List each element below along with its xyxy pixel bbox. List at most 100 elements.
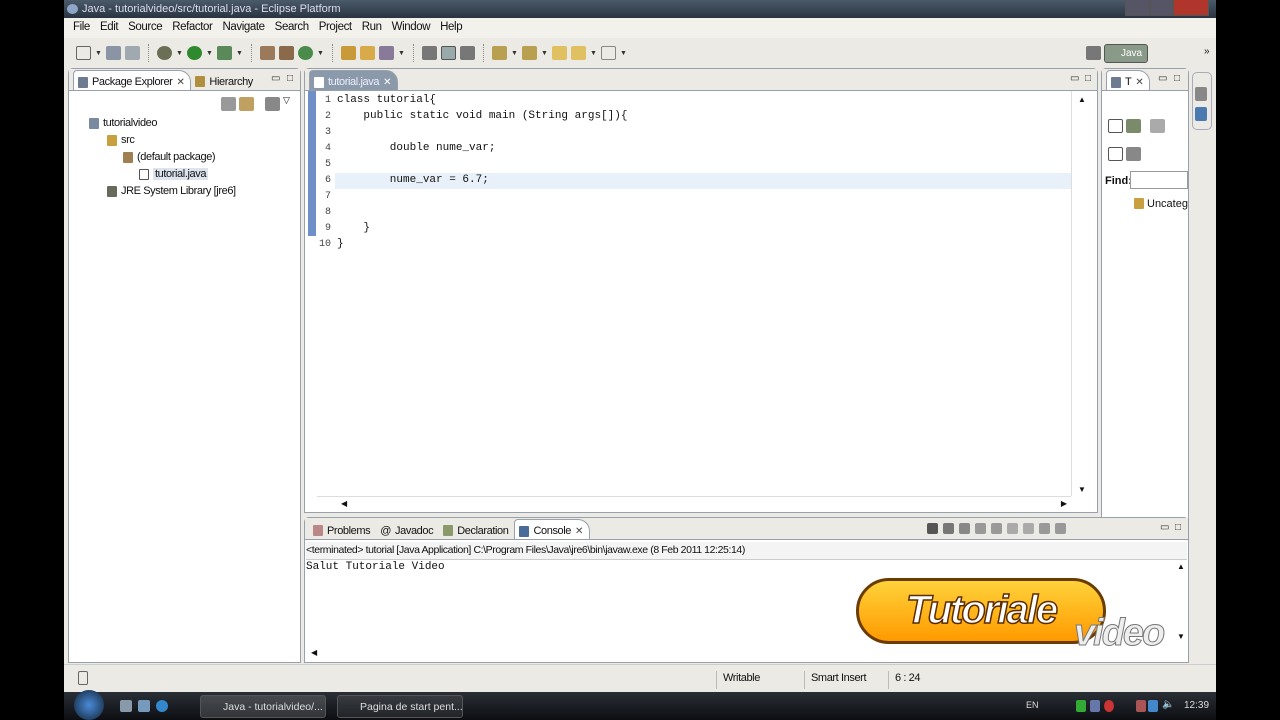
close-icon[interactable]: ✕: [575, 526, 583, 537]
tab-problems[interactable]: Problems: [309, 519, 376, 539]
ie-icon[interactable]: [156, 700, 168, 712]
code-line[interactable]: class tutorial{: [337, 94, 436, 106]
maximize-button[interactable]: [1150, 0, 1173, 16]
new-package-icon[interactable]: [279, 46, 294, 60]
menu-navigate[interactable]: Navigate: [217, 21, 269, 38]
close-icon[interactable]: ✕: [176, 77, 184, 88]
view-menu-icon[interactable]: [1055, 523, 1066, 534]
remove-all-icon[interactable]: [959, 523, 970, 534]
volume-icon[interactable]: 🔈: [1162, 699, 1174, 710]
scroll-down-icon[interactable]: ▼: [1177, 632, 1185, 641]
tab-task-list[interactable]: T ✕: [1106, 70, 1151, 90]
block-selection-icon[interactable]: [460, 46, 475, 60]
antivirus-icon[interactable]: [1104, 700, 1114, 712]
tab-console[interactable]: Console ✕: [514, 519, 591, 539]
minimize-icon[interactable]: ▭: [1158, 73, 1167, 84]
java-perspective-button[interactable]: Java: [1104, 44, 1148, 63]
menu-edit[interactable]: Edit: [95, 21, 123, 38]
tab-package-explorer[interactable]: Package Explorer ✕: [73, 70, 192, 90]
uncategorized-item[interactable]: Uncateg: [1134, 198, 1188, 210]
code-line[interactable]: double nume_var;: [337, 142, 496, 154]
open-perspective-icon[interactable]: [1086, 46, 1101, 60]
close-button[interactable]: [1173, 0, 1209, 16]
new-java-project-icon[interactable]: [260, 46, 275, 60]
clear-console-icon[interactable]: [975, 523, 986, 534]
minimize-icon[interactable]: ▭: [271, 73, 280, 84]
new-icon[interactable]: [76, 46, 91, 60]
new-task-icon[interactable]: [1108, 119, 1123, 133]
tree-item-tutorial-java[interactable]: tutorial.java: [139, 168, 209, 180]
next-annotation-icon[interactable]: [492, 46, 507, 60]
menu-file[interactable]: File: [68, 21, 95, 38]
menu-help[interactable]: Help: [435, 21, 467, 38]
maximize-icon[interactable]: □: [287, 73, 293, 84]
open-type-icon[interactable]: [341, 46, 356, 60]
language-indicator[interactable]: EN: [1026, 700, 1039, 710]
code-line[interactable]: public static void main (String args[]){: [337, 110, 627, 122]
run-icon[interactable]: [187, 46, 202, 60]
tree-item-default-package[interactable]: (default package): [123, 151, 216, 163]
remove-launch-icon[interactable]: [943, 523, 954, 534]
scroll-up-icon[interactable]: ▲: [1177, 562, 1185, 571]
menu-search[interactable]: Search: [270, 21, 314, 38]
find-input[interactable]: [1130, 171, 1188, 189]
minimize-icon[interactable]: ▭: [1070, 73, 1079, 84]
menu-refactor[interactable]: Refactor: [167, 21, 217, 38]
horizontal-scrollbar[interactable]: ◀ ▶: [317, 496, 1071, 512]
scroll-left-icon[interactable]: ◀: [311, 648, 317, 657]
categorize-icon[interactable]: [1150, 119, 1165, 133]
scroll-lock-icon[interactable]: [991, 523, 1002, 534]
taskbar-item-firefox[interactable]: Pagina de start pent...: [337, 695, 463, 718]
code-line[interactable]: }: [337, 222, 370, 234]
code-line[interactable]: }: [337, 238, 344, 250]
menu-window[interactable]: Window: [387, 21, 436, 38]
prev-annotation-icon[interactable]: [522, 46, 537, 60]
fast-view-icon[interactable]: [78, 671, 88, 685]
restore-icon[interactable]: [1195, 87, 1207, 101]
vertical-scrollbar[interactable]: ▲ ▼: [1071, 91, 1097, 496]
tab-javadoc[interactable]: @ Javadoc: [376, 519, 439, 539]
taskbar-item-eclipse[interactable]: Java - tutorialvideo/...: [200, 695, 326, 718]
new-class-icon[interactable]: [298, 46, 313, 60]
last-edit-icon[interactable]: [552, 46, 567, 60]
switch-windows-icon[interactable]: [138, 700, 150, 712]
external-tools-icon[interactable]: [217, 46, 232, 60]
view-menu-icon[interactable]: [265, 97, 280, 111]
display-console-icon[interactable]: [1023, 523, 1034, 534]
link-editor-icon[interactable]: [239, 97, 254, 111]
console-output[interactable]: Salut Tutoriale Video: [306, 561, 445, 573]
forward-icon[interactable]: [601, 46, 616, 60]
show-desktop-icon[interactable]: [120, 700, 132, 712]
focus-icon[interactable]: [1126, 147, 1141, 161]
maximize-icon[interactable]: □: [1174, 73, 1180, 84]
code-line[interactable]: nume_var = 6.7;: [337, 174, 489, 186]
tree-item-src[interactable]: src: [107, 134, 135, 146]
mark-occurrences-icon[interactable]: [441, 46, 456, 60]
tray-icon-2[interactable]: [1136, 700, 1146, 712]
tab-hierarchy[interactable]: Hierarchy: [191, 70, 258, 90]
chevron-down-icon[interactable]: ▽: [283, 95, 290, 106]
back-icon[interactable]: [571, 46, 586, 60]
more-perspectives-icon[interactable]: »: [1204, 46, 1210, 57]
annotation-icon[interactable]: [422, 46, 437, 60]
search-icon[interactable]: [379, 46, 394, 60]
debug-icon[interactable]: [157, 46, 172, 60]
tree-item-jre[interactable]: JRE System Library [jre6]: [107, 185, 236, 197]
menu-run[interactable]: Run: [357, 21, 387, 38]
minimize-icon[interactable]: ▭: [1160, 522, 1169, 533]
outline-icon[interactable]: [1195, 107, 1207, 121]
minimize-button[interactable]: [1125, 0, 1150, 16]
start-button[interactable]: [74, 690, 104, 720]
tab-declaration[interactable]: Declaration: [439, 519, 514, 539]
terminate-icon[interactable]: [927, 523, 938, 534]
print-icon[interactable]: [125, 46, 140, 60]
filter-icon[interactable]: [1126, 119, 1141, 133]
tab-tutorial-java[interactable]: tutorial.java ✕: [309, 70, 399, 90]
save-icon[interactable]: [106, 46, 121, 60]
menu-project[interactable]: Project: [314, 21, 357, 38]
collapse-all-icon[interactable]: [221, 97, 236, 111]
pin-console-icon[interactable]: [1007, 523, 1018, 534]
menu-source[interactable]: Source: [123, 21, 167, 38]
open-resource-icon[interactable]: [360, 46, 375, 60]
clock[interactable]: 12:39: [1184, 700, 1209, 711]
